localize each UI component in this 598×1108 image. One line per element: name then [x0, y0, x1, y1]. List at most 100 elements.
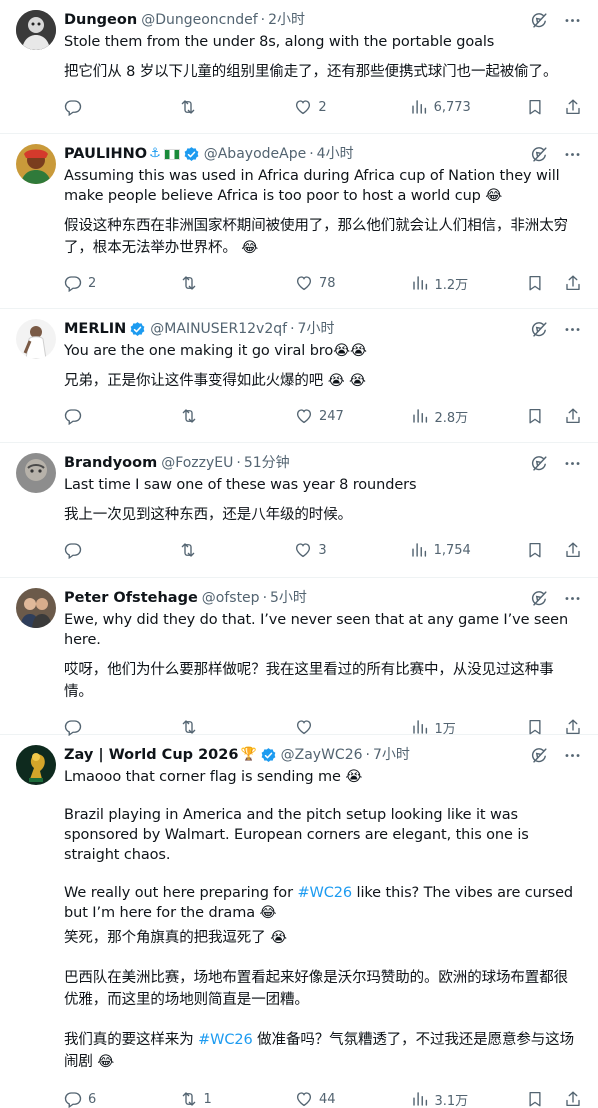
- repost-button[interactable]: [179, 541, 239, 559]
- post-time[interactable]: 4小时: [317, 144, 354, 164]
- paragraph-text: We really out here preparing for: [64, 885, 298, 901]
- like-button[interactable]: 78: [295, 274, 355, 292]
- post-header: Brandyoom @FozzyEU · 51分钟: [64, 453, 582, 473]
- verified-badge-icon[interactable]: [129, 321, 146, 338]
- grok-icon[interactable]: [530, 320, 549, 339]
- more-options-icon[interactable]: [563, 589, 582, 608]
- bookmark-icon[interactable]: [526, 541, 544, 559]
- reply-button[interactable]: [64, 718, 124, 736]
- avatar[interactable]: [16, 144, 56, 184]
- bookmark-icon[interactable]: [526, 407, 544, 425]
- repost-icon: [180, 718, 198, 736]
- reply-button[interactable]: 6: [64, 1090, 124, 1108]
- author-handle[interactable]: @ofstep: [202, 588, 260, 608]
- views-button[interactable]: 3.1万: [411, 1090, 471, 1108]
- bookmark-icon[interactable]: [526, 98, 544, 116]
- reply-button[interactable]: [64, 98, 124, 116]
- repost-button[interactable]: [180, 274, 240, 292]
- share-icon[interactable]: [564, 98, 582, 116]
- views-button[interactable]: 1.2万: [411, 274, 471, 293]
- reply-button[interactable]: 2: [64, 274, 124, 292]
- heart-icon: [295, 1090, 313, 1108]
- hashtag-link[interactable]: #WC26: [198, 1032, 253, 1048]
- author-name[interactable]: Brandyoom: [64, 453, 157, 473]
- avatar[interactable]: [16, 319, 56, 359]
- share-icon[interactable]: [564, 541, 582, 559]
- share-icon[interactable]: [564, 274, 582, 292]
- view-count: 2.8万: [434, 410, 469, 426]
- author-name[interactable]: Dungeon: [64, 10, 137, 30]
- author-handle[interactable]: @AbayodeApe: [204, 144, 306, 164]
- more-options-icon[interactable]: [563, 746, 582, 765]
- author-name[interactable]: Zay | World Cup 2026: [64, 745, 238, 765]
- author-handle[interactable]: @Dungeoncndef: [141, 10, 257, 30]
- avatar[interactable]: [16, 588, 56, 628]
- avatar[interactable]: [16, 745, 56, 785]
- views-icon: [410, 541, 428, 559]
- views-button[interactable]: 2.8万: [411, 407, 471, 426]
- reply-post[interactable]: Brandyoom @FozzyEU · 51分钟 Last time I sa…: [0, 443, 598, 578]
- post-header: PAULIHNO ⚓ @AbayodeApe · 4小时: [64, 144, 582, 164]
- grok-icon[interactable]: [530, 454, 549, 473]
- author-handle[interactable]: @ZayWC26: [281, 745, 363, 765]
- grok-icon[interactable]: [530, 11, 549, 30]
- author-handle[interactable]: @MAINUSER12v2qf: [150, 319, 287, 339]
- post-actions: 1万: [64, 717, 582, 737]
- reply-button[interactable]: [64, 407, 124, 425]
- bookmark-icon[interactable]: [526, 274, 544, 292]
- post-time[interactable]: 7小时: [298, 319, 335, 339]
- repost-button[interactable]: 1: [180, 1090, 240, 1108]
- avatar[interactable]: [16, 453, 56, 493]
- like-button[interactable]: [295, 718, 355, 736]
- author-handle[interactable]: @FozzyEU: [161, 453, 233, 473]
- share-icon[interactable]: [564, 407, 582, 425]
- more-options-icon[interactable]: [563, 11, 582, 30]
- repost-button[interactable]: [179, 98, 239, 116]
- views-button[interactable]: 6,773: [410, 98, 471, 116]
- views-button[interactable]: 1万: [411, 718, 471, 737]
- like-button[interactable]: 2: [294, 98, 354, 116]
- post-time[interactable]: 7小时: [373, 745, 410, 765]
- bookmark-icon[interactable]: [526, 718, 544, 736]
- views-button[interactable]: 1,754: [410, 541, 471, 559]
- reply-post[interactable]: PAULIHNO ⚓ @AbayodeApe · 4小时 Assuming th…: [0, 134, 598, 309]
- grok-icon[interactable]: [530, 746, 549, 765]
- reply-post[interactable]: Dungeon @Dungeoncndef · 2小时 Stole them f…: [0, 0, 598, 134]
- avatar[interactable]: [16, 10, 56, 50]
- verified-badge-icon[interactable]: [260, 747, 277, 764]
- post-actions: 6 1 44 3.1万: [64, 1089, 582, 1108]
- reply-post[interactable]: Peter Ofstehage @ofstep · 5小时 Ewe, why d…: [0, 578, 598, 737]
- author-name[interactable]: MERLIN: [64, 319, 126, 339]
- verified-badge-icon[interactable]: [183, 146, 200, 163]
- repost-button[interactable]: [180, 407, 240, 425]
- grok-icon[interactable]: [530, 145, 549, 164]
- post-text: Ewe, why did they do that. I’ve never se…: [64, 612, 573, 648]
- repost-button[interactable]: [180, 718, 240, 736]
- post-time[interactable]: 51分钟: [244, 453, 290, 473]
- like-button[interactable]: 3: [294, 541, 354, 559]
- reply-post[interactable]: Zay | World Cup 2026 🏆 @ZayWC26 · 7小时 Lm…: [0, 735, 598, 1108]
- like-count: 247: [319, 408, 344, 424]
- post-text: You are the one making it go viral bro😭😭: [64, 343, 367, 359]
- separator-dot: ·: [236, 455, 241, 471]
- view-count: 3.1万: [434, 1093, 469, 1108]
- share-icon[interactable]: [564, 718, 582, 736]
- post-time[interactable]: 2小时: [268, 10, 305, 30]
- post-time[interactable]: 5小时: [270, 588, 307, 608]
- more-options-icon[interactable]: [563, 320, 582, 339]
- separator-dot: ·: [365, 747, 370, 763]
- hashtag-link[interactable]: #WC26: [297, 885, 352, 901]
- grok-icon[interactable]: [530, 589, 549, 608]
- like-button[interactable]: 247: [295, 407, 355, 425]
- more-options-icon[interactable]: [563, 454, 582, 473]
- author-name[interactable]: PAULIHNO: [64, 144, 147, 164]
- author-name[interactable]: Peter Ofstehage: [64, 588, 198, 608]
- reply-button[interactable]: [64, 541, 124, 559]
- more-options-icon[interactable]: [563, 145, 582, 164]
- reply-count: 6: [88, 1091, 97, 1107]
- reply-post[interactable]: MERLIN @MAINUSER12v2qf · 7小时 You are the…: [0, 309, 598, 443]
- share-icon[interactable]: [564, 1090, 582, 1108]
- view-count: 1万: [434, 721, 456, 737]
- bookmark-icon[interactable]: [526, 1090, 544, 1108]
- like-button[interactable]: 44: [295, 1090, 355, 1108]
